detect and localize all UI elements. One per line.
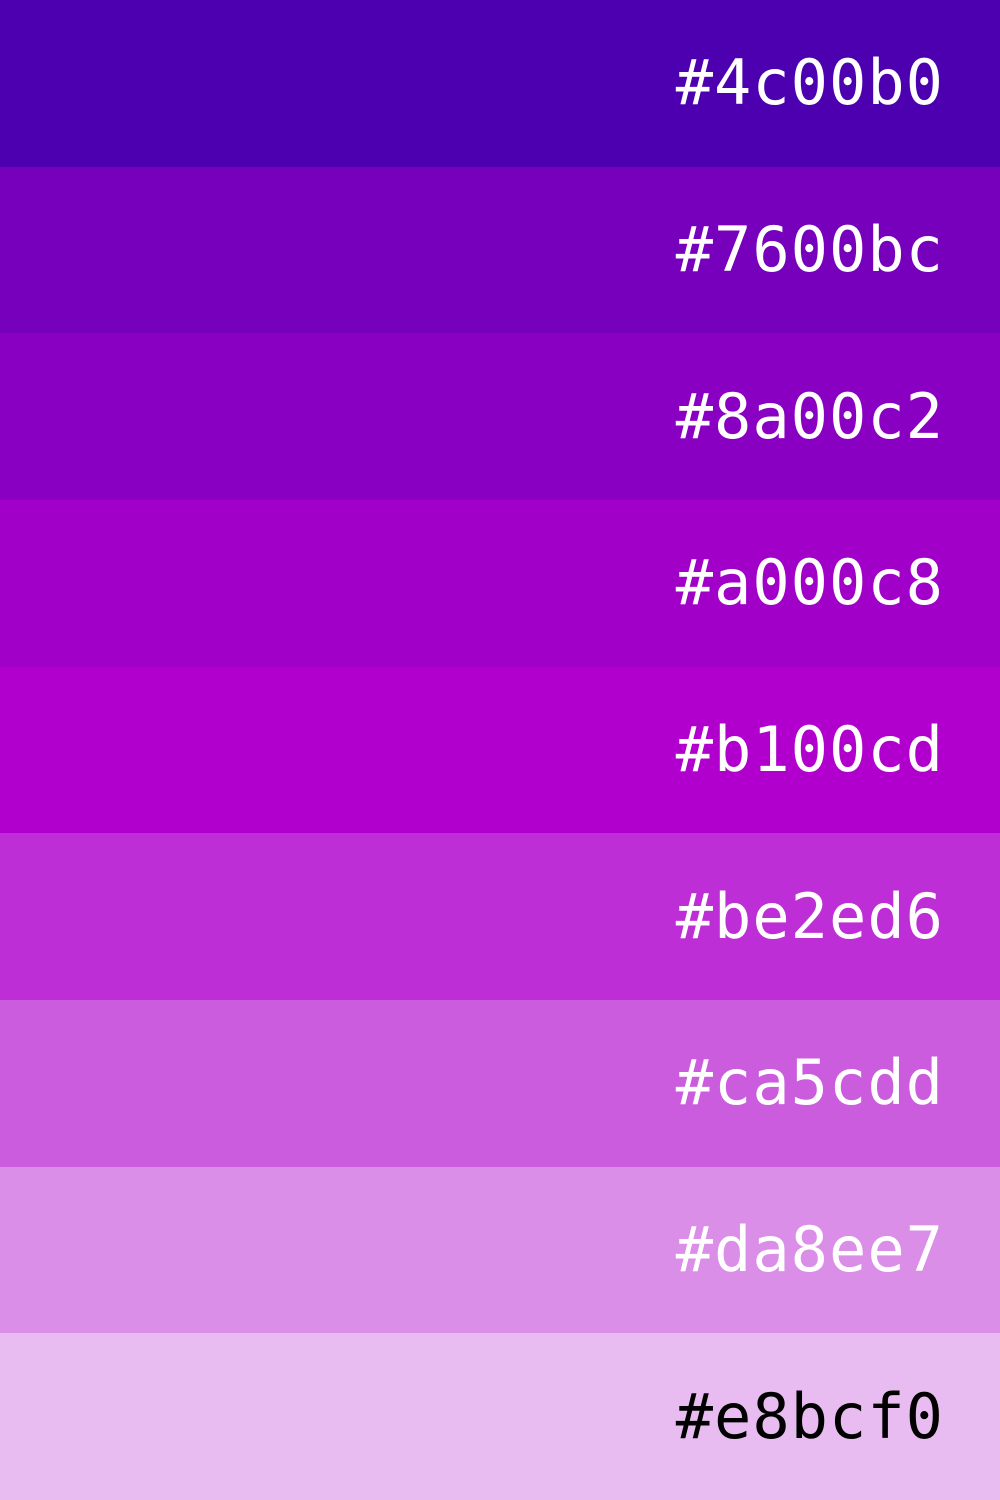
color-swatch-8: #da8ee7: [0, 1166, 1000, 1334]
hex-code-label: #b100cd: [675, 713, 944, 787]
color-swatch-7: #ca5cdd: [0, 1000, 1000, 1167]
hex-code-label: #8a00c2: [675, 379, 944, 453]
color-swatch-6: #be2ed6: [0, 833, 1000, 1001]
hex-code-label: #a000c8: [675, 546, 944, 620]
hex-code-label: #ca5cdd: [675, 1046, 944, 1120]
hex-code-label: #7600bc: [675, 213, 944, 286]
hex-code-label: #4c00b0: [675, 46, 944, 120]
color-swatch-4: #a000c8: [0, 500, 1000, 667]
color-swatch-1: #4c00b0: [0, 0, 1000, 167]
color-swatch-3: #8a00c2: [0, 333, 1000, 501]
color-palette: #4c00b0 #7600bc #8a00c2 #a000c8 #b100cd …: [0, 0, 1000, 1500]
color-swatch-9: #e8bcf0: [0, 1333, 1000, 1500]
color-swatch-5: #b100cd: [0, 666, 1000, 834]
hex-code-label: #e8bcf0: [675, 1379, 944, 1453]
hex-code-label: #be2ed6: [675, 879, 944, 953]
color-swatch-2: #7600bc: [0, 166, 1000, 334]
hex-code-label: #da8ee7: [675, 1213, 944, 1287]
